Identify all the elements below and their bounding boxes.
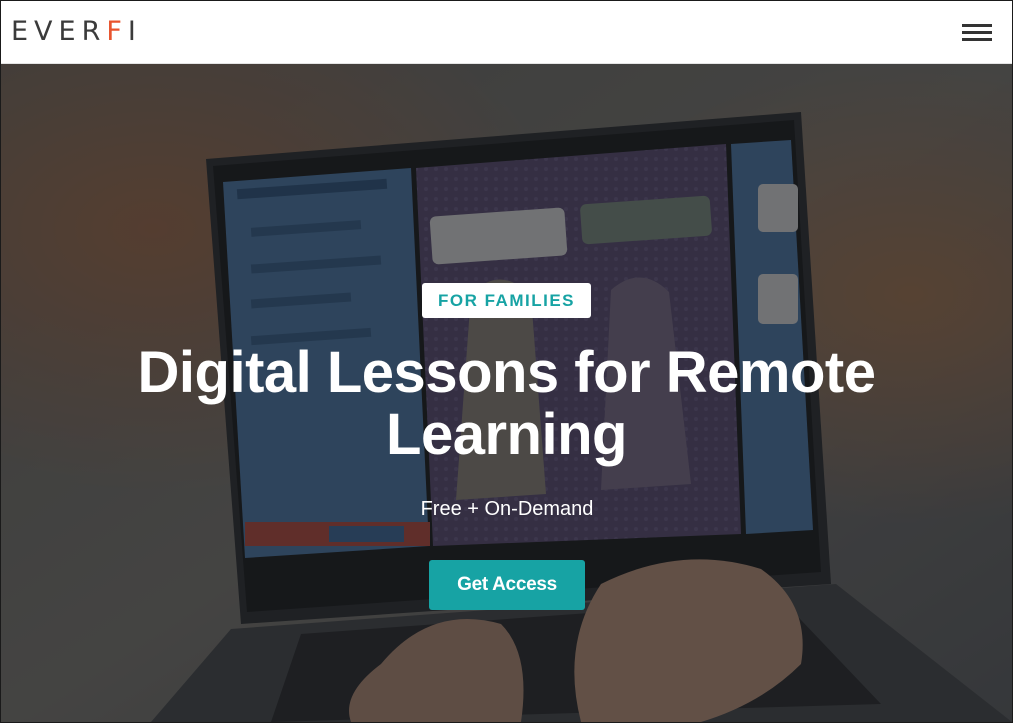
get-access-button[interactable]: Get Access [429,560,585,610]
hero-subhead: Free + On-Demand [420,498,594,520]
page: EVERFI FOR FAMILIES Digital Lessons for … [0,0,1013,723]
hero-content: FOR FAMILIES Digital Lessons for Remote … [1,64,1012,722]
everfi-logo[interactable]: EVERFI [11,18,142,46]
hero-section: FOR FAMILIES Digital Lessons for Remote … [1,64,1012,722]
logo-text: EVERFI [11,16,142,47]
hamburger-menu-icon[interactable] [962,24,992,42]
audience-badge: FOR FAMILIES [422,283,591,318]
site-header: EVERFI [1,1,1012,64]
hero-headline: Digital Lessons for Remote Learning [137,340,876,467]
